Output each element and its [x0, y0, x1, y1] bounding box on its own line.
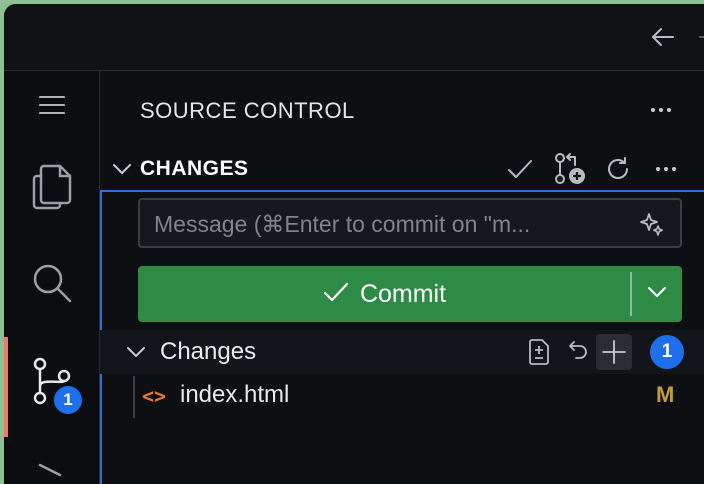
- vscode-window: 1 SOURCE CONTROL CHANGES: [4, 4, 704, 484]
- arrow-right-icon[interactable]: [698, 22, 704, 52]
- title-bar: [4, 4, 704, 71]
- source-control-badge: 1: [52, 384, 84, 416]
- refresh-icon[interactable]: [600, 151, 636, 187]
- commit-dropdown-button[interactable]: [632, 266, 682, 322]
- search-button[interactable]: [4, 253, 99, 317]
- file-list-item[interactable]: <> index.html M: [100, 374, 704, 420]
- tree-indent-guide: [133, 376, 135, 418]
- menu-button[interactable]: [4, 75, 99, 139]
- discard-changes-icon[interactable]: [558, 334, 594, 370]
- run-debug-icon: [32, 453, 72, 484]
- file-status-badge: M: [656, 382, 674, 408]
- chevron-down-icon: [646, 281, 668, 308]
- run-debug-button[interactable]: [4, 443, 99, 484]
- files-icon: [30, 162, 74, 217]
- changes-count-badge: 1: [650, 335, 684, 369]
- commit-message-input[interactable]: [152, 208, 626, 240]
- commit-button[interactable]: Commit: [138, 266, 630, 322]
- chevron-down-icon[interactable]: [110, 157, 134, 181]
- changes-section-header[interactable]: CHANGES: [100, 147, 704, 191]
- commit-label: Commit: [360, 280, 446, 309]
- html-file-icon: <>: [142, 384, 166, 408]
- source-control-panel: SOURCE CONTROL CHANGES: [100, 71, 704, 484]
- commit-button-group: Commit: [138, 266, 682, 322]
- explorer-button[interactable]: [4, 157, 99, 221]
- open-changes-icon[interactable]: [520, 334, 556, 370]
- more-actions-icon[interactable]: [648, 151, 684, 187]
- panel-title: SOURCE CONTROL: [140, 98, 355, 124]
- check-icon: [322, 280, 350, 309]
- changes-group-row[interactable]: Changes 1: [100, 330, 704, 374]
- search-icon: [30, 261, 74, 310]
- more-actions-icon[interactable]: [644, 95, 678, 125]
- source-control-button[interactable]: [4, 351, 99, 415]
- commit-message-box[interactable]: [138, 198, 682, 248]
- checkmark-icon[interactable]: [502, 151, 538, 187]
- activity-bar: 1: [4, 71, 100, 484]
- changes-group-label: Changes: [160, 338, 256, 366]
- section-title: CHANGES: [140, 157, 249, 181]
- chevron-down-icon[interactable]: [124, 340, 148, 364]
- arrow-left-icon[interactable]: [648, 22, 678, 52]
- hamburger-icon: [38, 93, 66, 122]
- file-name: index.html: [180, 381, 289, 409]
- sparkle-icon[interactable]: [638, 210, 666, 238]
- create-pull-request-icon[interactable]: [552, 151, 588, 187]
- stage-all-plus-icon[interactable]: [596, 334, 632, 370]
